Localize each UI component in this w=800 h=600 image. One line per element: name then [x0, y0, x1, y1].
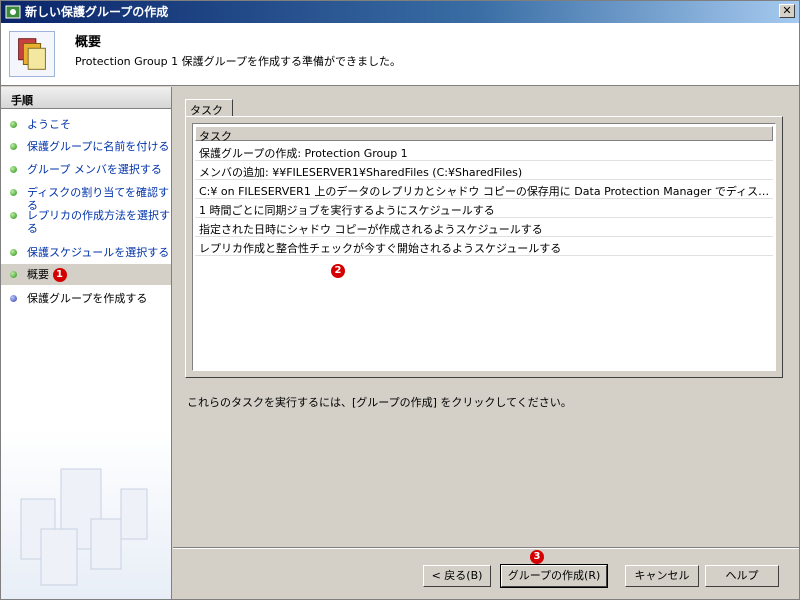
cancel-button[interactable]: キャンセル [625, 565, 699, 587]
button-bar: 3 < 戻る(B) グループの作成(R) キャンセル ヘルプ [173, 547, 799, 599]
close-button[interactable]: ✕ [779, 4, 795, 18]
sidebar-item-label: 保護スケジュールを選択する [27, 246, 170, 259]
callout-badge-3: 3 [530, 550, 544, 564]
task-list[interactable]: タスク 保護グループの作成: Protection Group 1 メンバの追加… [192, 123, 776, 371]
sidebar-item-select-members[interactable]: グループ メンバを選択する [1, 163, 171, 176]
pending-step-icon [10, 295, 17, 302]
page-title: 概要 [75, 35, 102, 50]
sidebar-item-welcome[interactable]: ようこそ [1, 118, 171, 131]
sidebar-item-label: レプリカの作成方法を選択する [27, 209, 170, 235]
column-header-task[interactable]: タスク [195, 126, 773, 143]
table-row[interactable]: C:¥ on FILESERVER1 上のデータのレプリカとシャドウ コピーの保… [195, 180, 773, 199]
app-icon [5, 5, 21, 19]
callout-badge-2: 2 [331, 264, 345, 278]
main-content: タスク タスク 保護グループの作成: Protection Group 1 メン… [173, 87, 799, 547]
create-group-button[interactable]: グループの作成(R) [500, 564, 608, 588]
protection-group-icon [9, 31, 55, 77]
sidebar-item-create-group[interactable]: 保護グループを作成する [1, 292, 171, 305]
completed-step-icon [10, 166, 17, 173]
instruction-text: これらのタスクを実行するには、[グループの作成] をクリックしてください。 [187, 396, 572, 409]
back-button[interactable]: < 戻る(B) [423, 565, 491, 587]
window-title: 新しい保護グループの作成 [25, 5, 169, 19]
table-row[interactable]: 1 時間ごとに同期ジョブを実行するようにスケジュールする [195, 199, 773, 218]
completed-step-icon [10, 249, 17, 256]
wizard-window: 新しい保護グループの作成 ✕ 概要 Protection Group 1 保護グ… [0, 0, 800, 600]
current-step-icon [10, 271, 17, 278]
sidebar-item-replica-method[interactable]: レプリカの作成方法を選択する [1, 209, 171, 235]
page-description: Protection Group 1 保護グループを作成する準備ができました。 [75, 55, 401, 68]
callout-badge-1: 1 [52, 268, 67, 282]
completed-step-icon [10, 212, 17, 219]
completed-step-icon [10, 189, 17, 196]
steps-heading: 手順 [1, 87, 171, 109]
sidebar-item-label: ようこそ [27, 118, 71, 131]
wizard-header: 概要 Protection Group 1 保護グループを作成する準備ができまし… [1, 23, 799, 86]
help-button[interactable]: ヘルプ [705, 565, 779, 587]
tab-tasks[interactable]: タスク [185, 99, 233, 117]
sidebar-item-name-group[interactable]: 保護グループに名前を付ける [1, 140, 171, 153]
table-row[interactable]: レプリカ作成と整合性チェックが今すぐ開始されるようスケジュールする [195, 237, 773, 256]
sidebar-item-label: 保護グループを作成する [27, 292, 148, 305]
completed-step-icon [10, 143, 17, 150]
sidebar-item-protection-schedule[interactable]: 保護スケジュールを選択する [1, 246, 171, 259]
sidebar-item-summary[interactable]: 概要 1 [1, 264, 171, 285]
table-row[interactable]: 指定された日時にシャドウ コピーが作成されるようスケジュールする [195, 218, 773, 237]
table-row[interactable]: メンバの追加: ¥¥FILESERVER1¥SharedFiles (C:¥Sh… [195, 161, 773, 180]
sidebar-item-label: 概要 [27, 268, 49, 281]
servers-watermark-icon [1, 429, 171, 599]
sidebar-item-label: グループ メンバを選択する [27, 163, 162, 176]
steps-sidebar: 手順 ようこそ 保護グループに名前を付ける グループ メンバを選択する ディスク… [1, 87, 172, 599]
title-bar[interactable]: 新しい保護グループの作成 ✕ [1, 1, 799, 23]
completed-step-icon [10, 121, 17, 128]
table-row[interactable]: 保護グループの作成: Protection Group 1 [195, 142, 773, 161]
tasks-panel: タスク 保護グループの作成: Protection Group 1 メンバの追加… [185, 116, 783, 378]
sidebar-item-label: 保護グループに名前を付ける [27, 140, 170, 153]
